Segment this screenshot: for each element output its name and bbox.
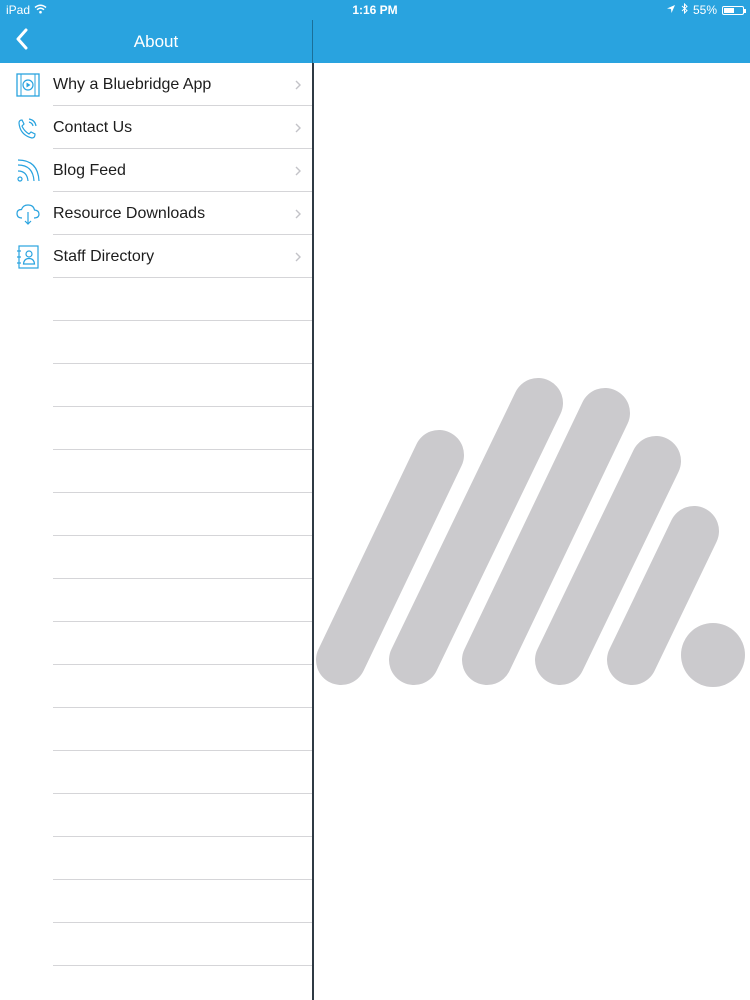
menu-item-contact-us[interactable]: Contact Us — [0, 106, 312, 149]
video-player-icon — [15, 72, 41, 98]
menu-item-resource-downloads[interactable]: Resource Downloads — [0, 192, 312, 235]
empty-row — [0, 880, 312, 923]
empty-row — [0, 364, 312, 407]
chevron-right-icon — [294, 165, 302, 177]
menu-item-why-bluebridge[interactable]: Why a Bluebridge App — [0, 63, 312, 106]
empty-row — [0, 579, 312, 622]
menu-item-label: Why a Bluebridge App — [53, 75, 212, 93]
nav-divider — [312, 20, 313, 63]
bluebridge-logo — [316, 378, 745, 687]
menu-item-label: Resource Downloads — [53, 204, 206, 222]
status-time: 1:16 PM — [352, 3, 398, 17]
bluetooth-icon — [681, 2, 688, 17]
chevron-right-icon — [294, 251, 302, 263]
location-arrow-icon — [666, 3, 676, 17]
empty-row — [0, 493, 312, 536]
empty-row — [0, 708, 312, 751]
empty-row — [0, 751, 312, 794]
navigation-bar: About — [0, 20, 750, 63]
empty-row — [0, 622, 312, 665]
page-title: About — [133, 32, 179, 51]
chevron-right-icon — [294, 122, 302, 134]
chevron-right-icon — [294, 208, 302, 220]
status-right: 55% — [666, 2, 746, 17]
menu-item-blog-feed[interactable]: Blog Feed — [0, 149, 312, 192]
empty-row — [0, 321, 312, 364]
empty-row — [0, 450, 312, 493]
menu-item-label: Blog Feed — [53, 161, 126, 179]
menu-list: Why a Bluebridge App Contact Us Blog Fee… — [0, 63, 312, 1000]
empty-row — [0, 923, 312, 966]
empty-row — [0, 837, 312, 880]
menu-item-label: Staff Directory — [53, 247, 155, 265]
status-bar: iPad 1:16 PM 55% — [0, 0, 750, 20]
battery-fill — [724, 7, 734, 13]
menu-item-staff-directory[interactable]: Staff Directory — [0, 235, 312, 278]
empty-row — [0, 794, 312, 837]
phone-icon — [15, 115, 41, 141]
detail-pane — [314, 63, 750, 1000]
empty-row — [0, 665, 312, 708]
empty-row — [0, 278, 312, 321]
empty-row — [0, 536, 312, 579]
menu-item-label: Contact Us — [53, 118, 133, 136]
rss-icon — [15, 158, 41, 184]
row-divider — [53, 965, 312, 966]
battery-icon — [722, 5, 746, 15]
empty-row — [0, 407, 312, 450]
logo-dot — [681, 623, 745, 687]
contact-book-icon — [15, 244, 41, 270]
battery-percent: 55% — [692, 3, 717, 17]
chevron-right-icon — [294, 79, 302, 91]
cloud-download-icon — [15, 201, 41, 227]
